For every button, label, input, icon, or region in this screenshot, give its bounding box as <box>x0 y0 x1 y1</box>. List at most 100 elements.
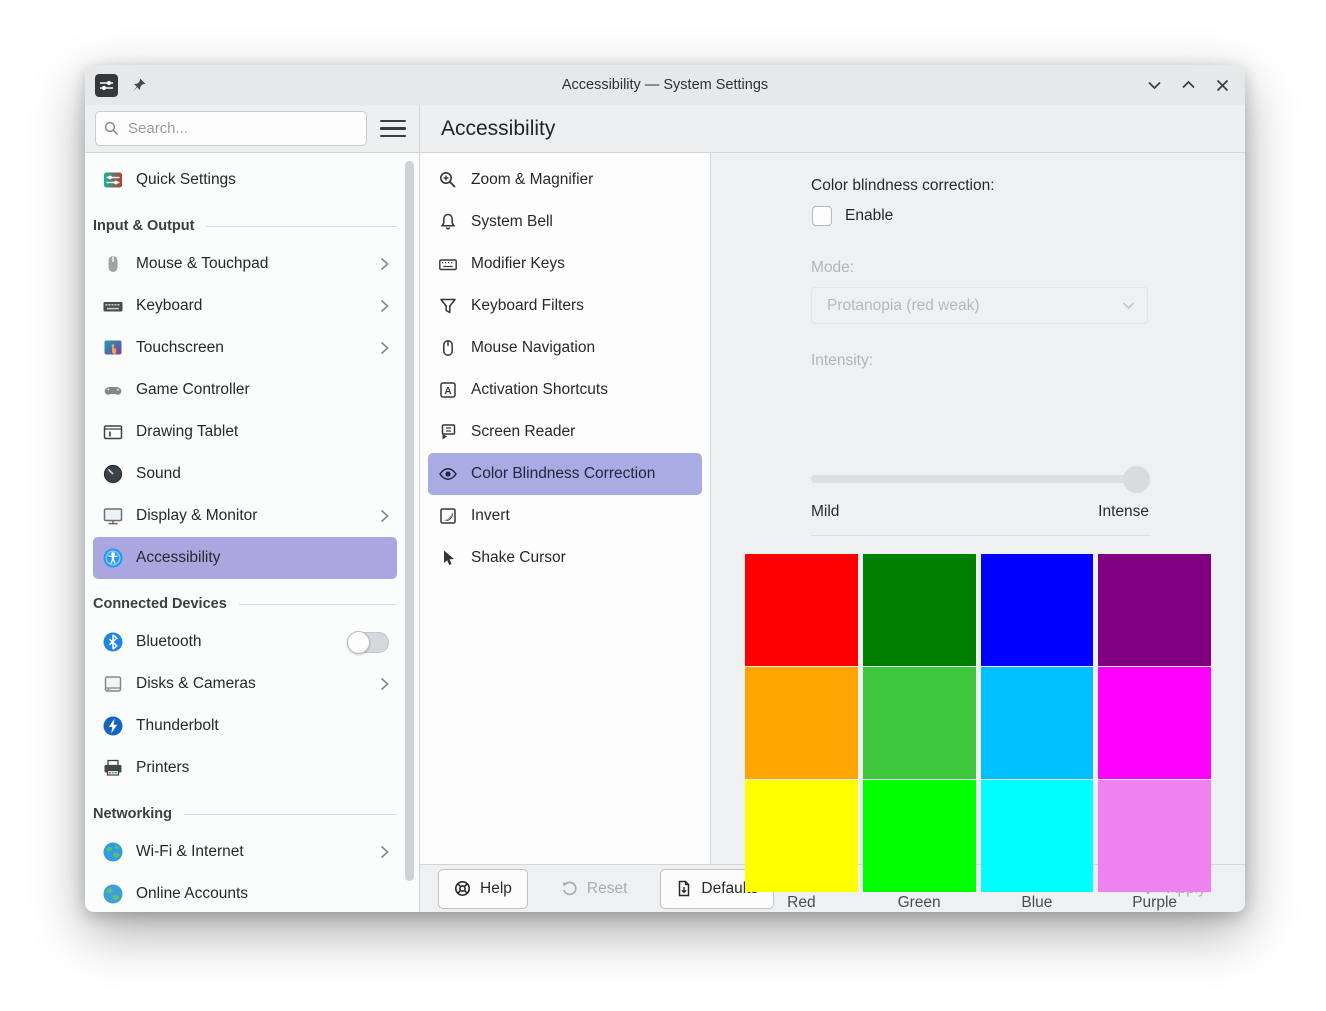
eye-icon <box>437 464 458 485</box>
sidebar-item-label: Game Controller <box>136 381 250 399</box>
sidebar-item-game-controller[interactable]: Game Controller <box>93 369 397 411</box>
subnav-item-shake-cursor[interactable]: Shake Cursor <box>428 537 702 579</box>
swatch-purple-2 <box>1098 667 1211 779</box>
keyboard-outline-icon <box>437 254 458 275</box>
mode-value: Protanopia (red weak) <box>827 297 980 315</box>
sidebar-item-label: Touchscreen <box>136 339 224 357</box>
document-revert-icon <box>676 880 692 897</box>
swatch-red-1 <box>745 554 858 666</box>
swatch-blue-1 <box>981 554 1094 666</box>
subnav-item-activation-shortcuts[interactable]: A Activation Shortcuts <box>428 369 702 411</box>
search-field[interactable] <box>95 111 367 146</box>
subnav: Zoom & Magnifier System Bell Modifier Ke… <box>420 153 711 864</box>
subnav-item-mouse-navigation[interactable]: Mouse Navigation <box>428 327 702 369</box>
monitor-icon <box>101 505 124 528</box>
subnav-item-label: Zoom & Magnifier <box>471 171 593 189</box>
subnav-item-keyboard-filters[interactable]: Keyboard Filters <box>428 285 702 327</box>
help-button[interactable]: Help <box>438 869 528 909</box>
swatch-labels: Red Green Blue Purple <box>745 894 1211 912</box>
swatch-label-red: Red <box>745 894 858 912</box>
letter-a-box-icon: A <box>437 380 458 401</box>
subnav-item-label: Invert <box>471 507 510 525</box>
magnifier-plus-icon <box>437 170 458 191</box>
intensity-slider <box>811 465 1148 493</box>
reset-button: Reset <box>546 870 643 908</box>
sidebar-section-input-output: Input & Output <box>93 209 397 243</box>
swatch-purple-1 <box>1098 554 1211 666</box>
maximize-icon[interactable] <box>1179 76 1197 94</box>
sidebar-item-thunderbolt[interactable]: Thunderbolt <box>93 705 397 747</box>
sidebar-item-label: Disks & Cameras <box>136 675 256 693</box>
subnav-item-color-blindness-correction[interactable]: Color Blindness Correction <box>428 453 702 495</box>
page-title: Accessibility <box>441 117 555 141</box>
swatch-label-blue: Blue <box>981 894 1094 912</box>
subnav-item-label: System Bell <box>471 213 553 231</box>
slider-handle <box>1123 466 1150 493</box>
sidebar-item-keyboard[interactable]: Keyboard <box>93 285 397 327</box>
search-icon <box>104 121 119 136</box>
subnav-item-invert[interactable]: Invert <box>428 495 702 537</box>
swatch-green-3 <box>863 780 976 892</box>
subnav-item-system-bell[interactable]: System Bell <box>428 201 702 243</box>
enable-checkbox[interactable] <box>812 206 832 226</box>
sidebar-item-drawing-tablet[interactable]: Drawing Tablet <box>93 411 397 453</box>
sidebar-item-sound[interactable]: Sound <box>93 453 397 495</box>
color-blindness-panel: Color blindness correction: Enable Mode:… <box>711 153 1245 864</box>
mode-dropdown: Protanopia (red weak) <box>811 287 1148 324</box>
sidebar-item-label: Accessibility <box>136 549 220 567</box>
sidebar-item-accessibility[interactable]: Accessibility <box>93 537 397 579</box>
sidebar-item-quick-settings[interactable]: Quick Settings <box>93 159 397 201</box>
sidebar-section-networking: Networking <box>93 797 397 831</box>
sidebar-scrollbar[interactable] <box>405 161 414 881</box>
subnav-item-label: Keyboard Filters <box>471 297 584 315</box>
subnav-item-label: Color Blindness Correction <box>471 465 655 483</box>
sidebar-item-online-accounts[interactable]: Online Accounts <box>93 873 397 912</box>
sidebar-item-printers[interactable]: Printers <box>93 747 397 789</box>
mouse-icon <box>101 253 124 276</box>
mild-label: Mild <box>811 503 839 521</box>
printer-icon <box>101 757 124 780</box>
globe-icon <box>101 841 124 864</box>
search-input[interactable] <box>126 119 358 138</box>
subnav-item-zoom-magnifier[interactable]: Zoom & Magnifier <box>428 159 702 201</box>
sidebar-item-label: Printers <box>136 759 189 777</box>
cursor-arrow-icon <box>437 548 458 569</box>
chevron-right-icon <box>380 845 389 859</box>
sidebar-item-disks-cameras[interactable]: Disks & Cameras <box>93 663 397 705</box>
subnav-item-label: Modifier Keys <box>471 255 565 273</box>
sidebar-item-wifi-internet[interactable]: Wi-Fi & Internet <box>93 831 397 873</box>
sidebar-item-label: Display & Monitor <box>136 507 257 525</box>
bluetooth-toggle[interactable] <box>347 632 389 653</box>
swatch-blue-3 <box>981 780 1094 892</box>
bell-icon <box>437 212 458 233</box>
undo-icon <box>561 880 578 897</box>
tablet-icon <box>101 421 124 444</box>
intensity-label: Intensity: <box>811 352 873 370</box>
subnav-item-modifier-keys[interactable]: Modifier Keys <box>428 243 702 285</box>
chevron-right-icon <box>380 509 389 523</box>
sidebar-item-label: Bluetooth <box>136 633 202 651</box>
help-label: Help <box>480 880 512 898</box>
pin-icon[interactable] <box>130 77 147 94</box>
subnav-item-screen-reader[interactable]: Screen Reader <box>428 411 702 453</box>
subnav-item-label: Shake Cursor <box>471 549 566 567</box>
close-icon[interactable] <box>1213 76 1231 94</box>
swatch-green-2 <box>863 667 976 779</box>
subnav-item-label: Activation Shortcuts <box>471 381 608 399</box>
sidebar-item-touchscreen[interactable]: Touchscreen <box>93 327 397 369</box>
thunderbolt-icon <box>101 715 124 738</box>
sidebar-item-mouse-touchpad[interactable]: Mouse & Touchpad <box>93 243 397 285</box>
sidebar-item-label: Sound <box>136 465 181 483</box>
invert-icon <box>437 506 458 527</box>
accessibility-icon <box>101 547 124 570</box>
titlebar[interactable]: Accessibility — System Settings <box>85 65 1245 105</box>
sidebar-item-bluetooth[interactable]: Bluetooth <box>93 621 397 663</box>
intense-label: Intense <box>1098 503 1149 521</box>
swatch-red-2 <box>745 667 858 779</box>
sidebar-item-display-monitor[interactable]: Display & Monitor <box>93 495 397 537</box>
swatch-label-green: Green <box>863 894 976 912</box>
subnav-item-label: Mouse Navigation <box>471 339 595 357</box>
gamepad-icon <box>101 379 124 402</box>
minimize-icon[interactable] <box>1145 76 1163 94</box>
menu-icon[interactable] <box>380 116 406 142</box>
